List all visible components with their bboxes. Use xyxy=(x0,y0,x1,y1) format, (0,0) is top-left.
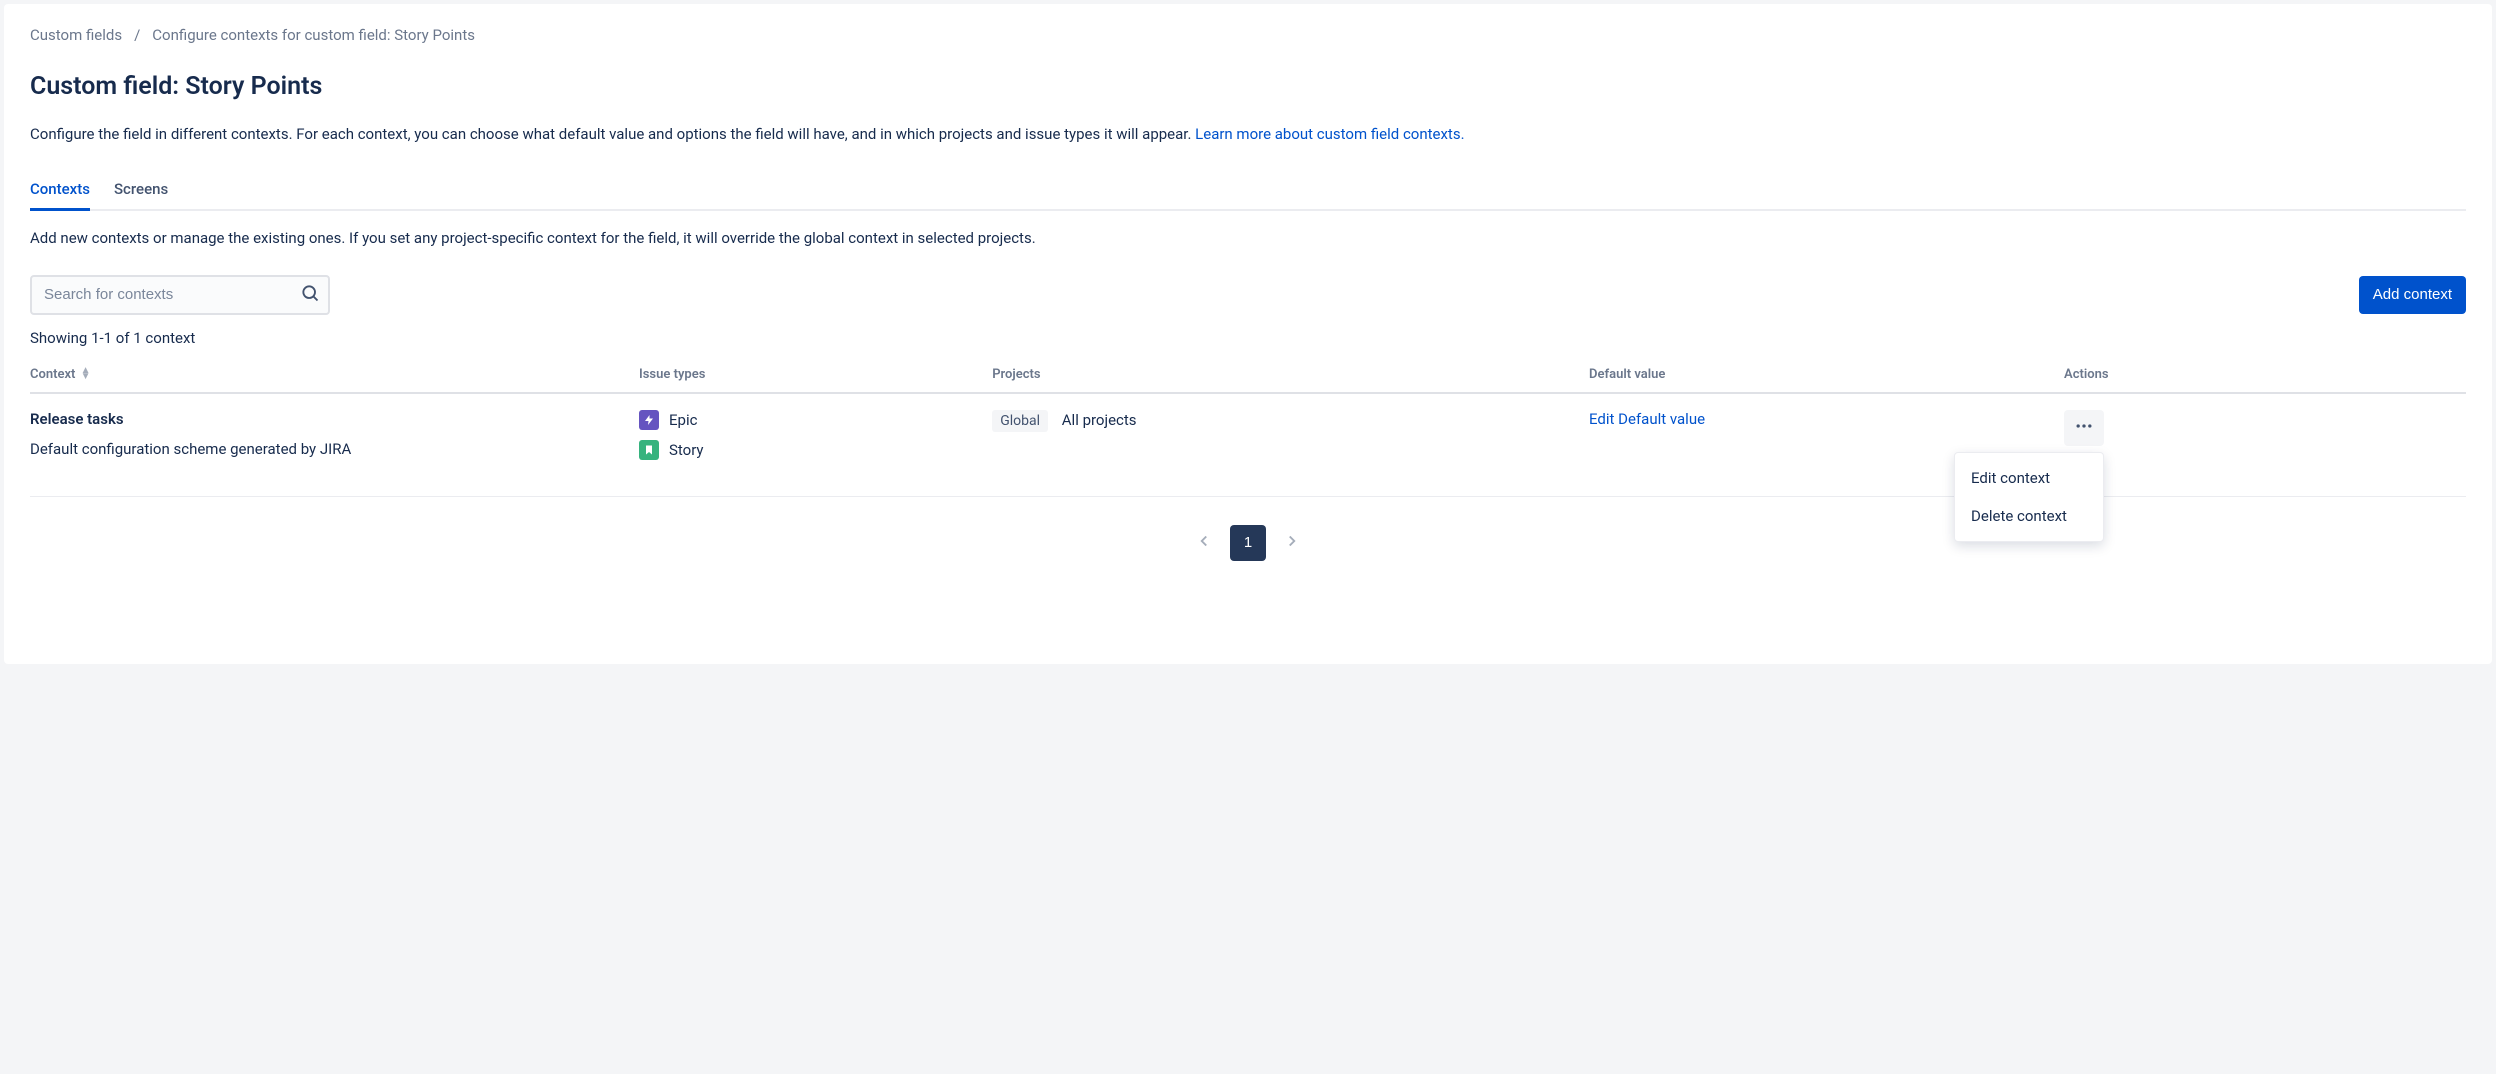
header-default-value: Default value xyxy=(1589,359,2064,393)
issue-type-label: Story xyxy=(669,441,704,459)
search-box xyxy=(30,275,330,315)
table-row: Release tasks Default configuration sche… xyxy=(30,393,2466,497)
breadcrumb-current: Configure contexts for custom field: Sto… xyxy=(152,26,475,44)
page-1-button[interactable]: 1 xyxy=(1230,525,1266,561)
add-context-button[interactable]: Add context xyxy=(2359,276,2466,314)
context-description: Default configuration scheme generated b… xyxy=(30,438,360,461)
context-name: Release tasks xyxy=(30,410,631,428)
header-context[interactable]: Context ▲▼ xyxy=(30,359,639,393)
header-context-label: Context xyxy=(30,367,75,382)
page-title: Custom field: Story Points xyxy=(30,72,2466,101)
breadcrumb-parent-link[interactable]: Custom fields xyxy=(30,26,122,44)
search-icon xyxy=(300,283,320,307)
breadcrumb-separator: / xyxy=(134,26,140,44)
more-actions-button[interactable] xyxy=(2064,410,2104,446)
breadcrumb: Custom fields / Configure contexts for c… xyxy=(30,26,2466,44)
contexts-table: Context ▲▼ Issue types Projects Default … xyxy=(30,359,2466,497)
tab-contexts[interactable]: Contexts xyxy=(30,174,90,211)
header-issue-types: Issue types xyxy=(639,359,992,393)
global-badge: Global xyxy=(992,410,1048,432)
chevron-right-icon xyxy=(1283,532,1301,554)
chevron-left-icon xyxy=(1195,532,1213,554)
page-description: Configure the field in different context… xyxy=(30,123,2466,146)
issue-type-label: Epic xyxy=(669,411,697,429)
issue-type-row: Epic xyxy=(639,410,984,430)
sort-icon: ▲▼ xyxy=(81,368,91,380)
result-count: Showing 1-1 of 1 context xyxy=(30,329,2466,347)
prev-page-button[interactable] xyxy=(1186,525,1222,561)
story-icon xyxy=(639,440,659,460)
tab-description: Add new contexts or manage the existing … xyxy=(30,229,2466,247)
edit-default-value-link[interactable]: Edit Default value xyxy=(1589,410,1705,428)
delete-context-menu-item[interactable]: Delete context xyxy=(1955,497,2103,535)
header-projects: Projects xyxy=(992,359,1589,393)
epic-icon xyxy=(639,410,659,430)
projects-text: All projects xyxy=(1062,411,1137,429)
more-icon xyxy=(2074,416,2094,439)
tab-screens[interactable]: Screens xyxy=(114,174,168,211)
edit-context-menu-item[interactable]: Edit context xyxy=(1955,459,2103,497)
header-actions: Actions xyxy=(2064,359,2466,393)
description-text: Configure the field in different context… xyxy=(30,125,1195,143)
next-page-button[interactable] xyxy=(1274,525,1310,561)
toolbar: Add context xyxy=(30,275,2466,315)
tabs: Contexts Screens xyxy=(30,174,2466,211)
issue-type-row: Story xyxy=(639,440,984,460)
actions-dropdown: Edit context Delete context xyxy=(1954,452,2104,542)
search-input[interactable] xyxy=(30,275,330,315)
learn-more-link[interactable]: Learn more about custom field contexts. xyxy=(1195,125,1464,143)
